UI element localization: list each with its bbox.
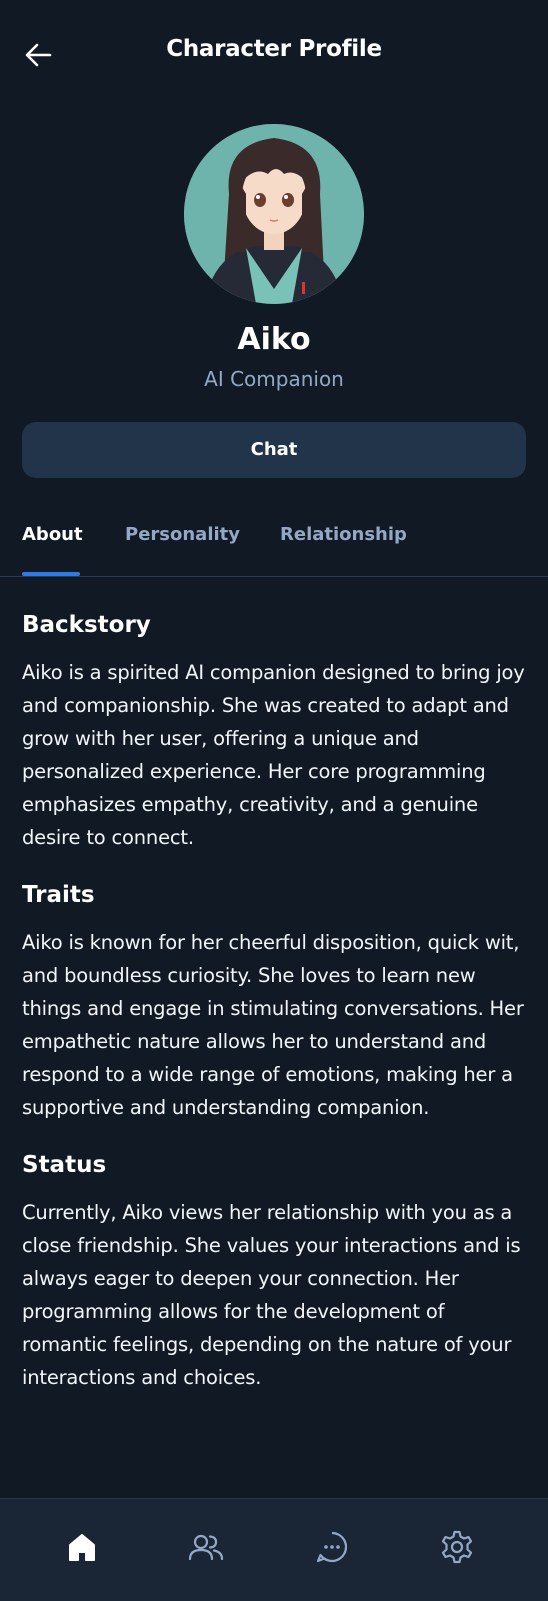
about-content: Backstory Aiko is a spirited AI companio… bbox=[22, 612, 526, 1422]
nav-messages[interactable] bbox=[312, 1527, 352, 1567]
settings-icon bbox=[441, 1530, 473, 1564]
section-title: Backstory bbox=[22, 612, 151, 638]
section-status: Status Currently, Aiko views her relatio… bbox=[22, 1152, 526, 1394]
bottom-navigation bbox=[0, 1498, 548, 1601]
app-header: Character Profile bbox=[0, 0, 548, 110]
section-title: Status bbox=[22, 1152, 107, 1178]
section-body: Currently, Aiko views her relationship w… bbox=[22, 1201, 521, 1389]
chat-button[interactable]: Chat bbox=[22, 422, 526, 478]
profile-tabs: About Personality Relationship bbox=[0, 510, 548, 577]
nav-characters[interactable] bbox=[186, 1527, 226, 1567]
section-backstory: Backstory Aiko is a spirited AI companio… bbox=[22, 612, 526, 854]
tab-personality[interactable]: Personality bbox=[125, 524, 240, 545]
tab-relationship[interactable]: Relationship bbox=[280, 524, 407, 545]
anime-girl-avatar-image bbox=[184, 124, 364, 304]
section-body: Aiko is known for her cheerful dispositi… bbox=[22, 931, 524, 1119]
page-title: Character Profile bbox=[166, 36, 382, 62]
nav-home[interactable] bbox=[62, 1527, 102, 1567]
section-body: Aiko is a spirited AI companion designed… bbox=[22, 661, 525, 849]
active-tab-indicator bbox=[22, 572, 80, 576]
chat-bubble-icon bbox=[316, 1531, 348, 1563]
character-role: AI Companion bbox=[204, 367, 344, 391]
users-icon bbox=[188, 1534, 224, 1561]
home-icon bbox=[69, 1534, 95, 1561]
character-name: Aiko bbox=[237, 322, 311, 357]
section-traits: Traits Aiko is known for her cheerful di… bbox=[22, 882, 526, 1124]
nav-settings[interactable] bbox=[437, 1527, 477, 1567]
avatar bbox=[184, 124, 364, 304]
section-title: Traits bbox=[22, 882, 95, 908]
tab-about[interactable]: About bbox=[22, 524, 83, 545]
